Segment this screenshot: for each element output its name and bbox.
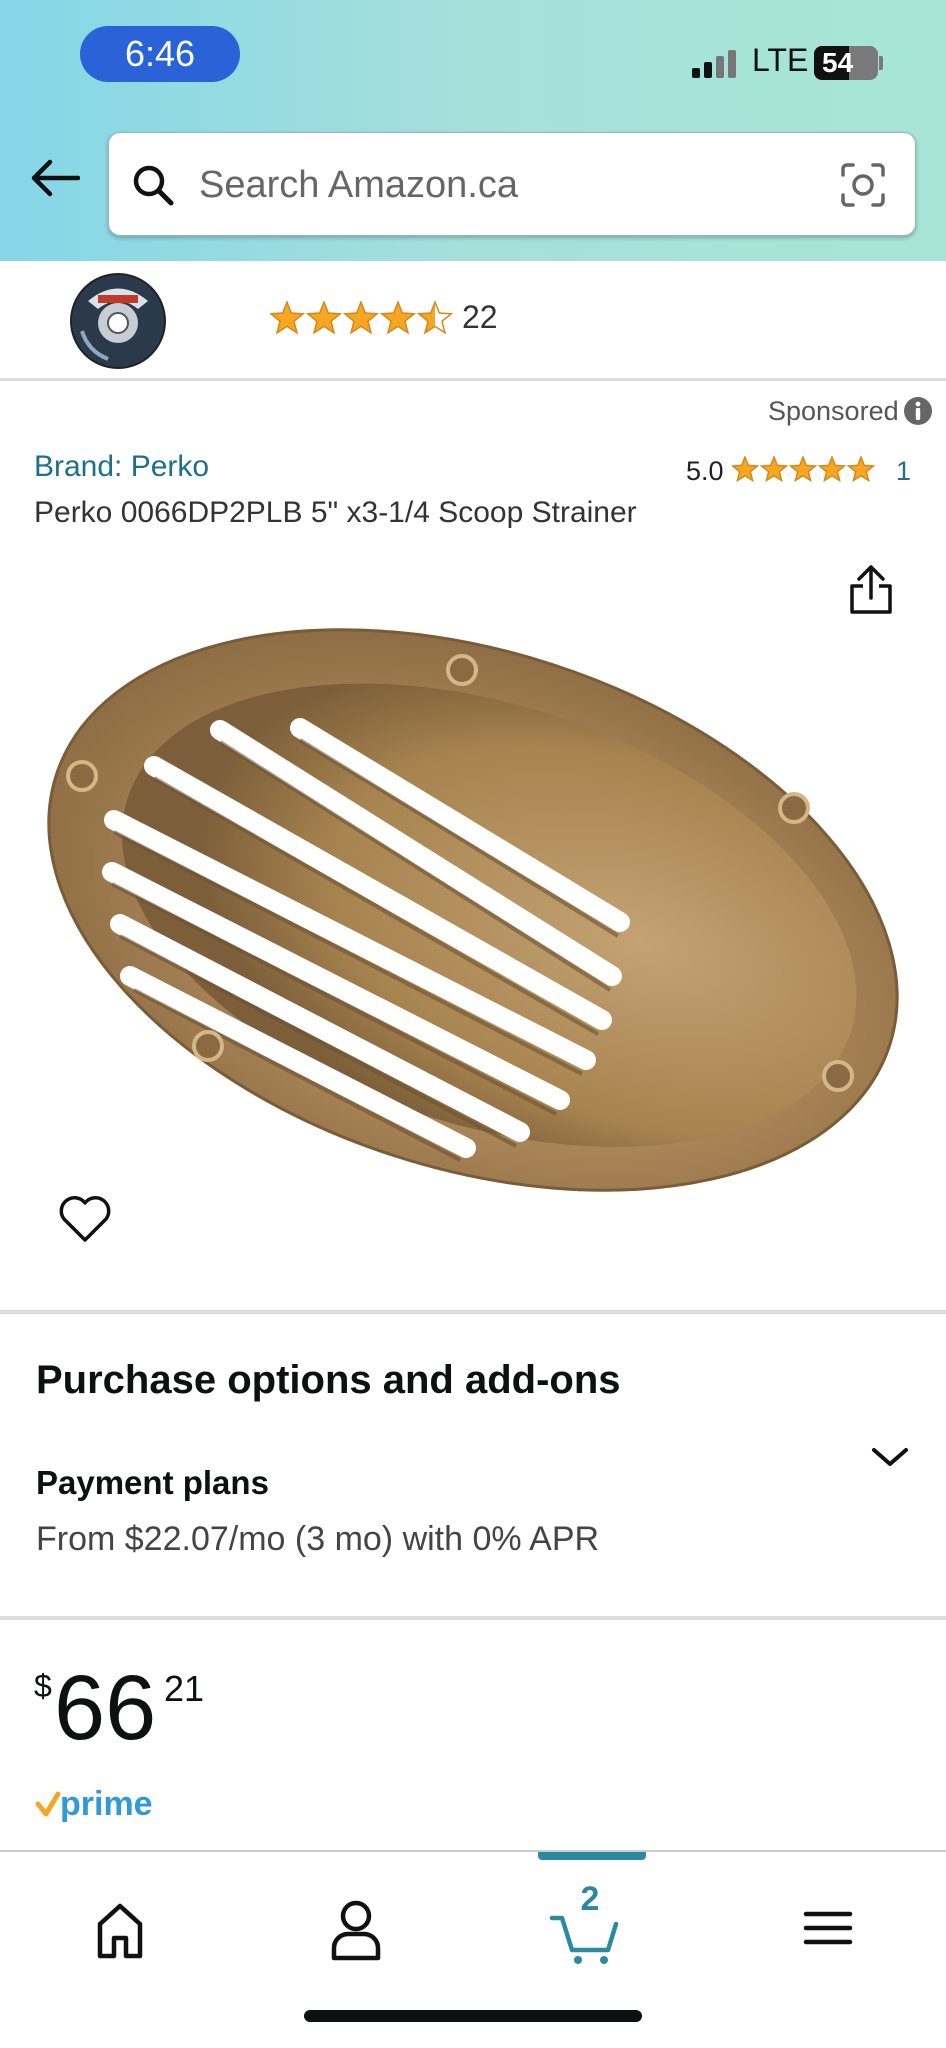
battery-nub [879, 56, 883, 70]
battery-level: 54 [822, 47, 854, 78]
cart-button[interactable]: 2 [548, 1880, 628, 1968]
price-currency-symbol: $ [34, 1668, 52, 1704]
cart-count: 2 [580, 1880, 600, 1918]
section-divider [0, 1616, 946, 1620]
rating-value: 5.0 [686, 456, 724, 486]
price-fraction: 21 [164, 1668, 205, 1709]
status-time: 6:46 [80, 26, 240, 82]
battery-icon: 54 [814, 46, 878, 80]
sponsored-strip[interactable]: 22 [0, 261, 946, 381]
strip-rating-count[interactable]: 22 [462, 299, 498, 336]
product-image[interactable] [20, 580, 926, 1240]
price-whole: 66 [54, 1657, 157, 1759]
grinding-disc-thumbnail[interactable] [68, 271, 168, 371]
info-icon[interactable] [903, 396, 933, 426]
rating-star [379, 301, 417, 335]
home-icon[interactable] [80, 1888, 160, 1968]
search-box[interactable] [108, 132, 916, 236]
payment-plans-detail[interactable]: From $22.07/mo (3 mo) with 0% APR [36, 1520, 599, 1559]
section-divider [0, 1310, 946, 1314]
header: 6:46 LTE 54 [0, 0, 946, 261]
product-title: Perko 0066DP2PLB 5" x3-1/4 Scoop Straine… [34, 496, 637, 529]
signal-icon [692, 48, 740, 78]
search-input[interactable] [199, 153, 799, 217]
rating-count-link[interactable]: 1 [896, 456, 911, 487]
rating-star [846, 456, 876, 483]
chevron-down-icon[interactable] [868, 1442, 912, 1472]
network-label: LTE [752, 42, 809, 78]
rating-star [759, 456, 789, 483]
menu-icon[interactable] [788, 1888, 868, 1968]
payment-plans-label[interactable]: Payment plans [36, 1464, 269, 1502]
rating-star [305, 301, 343, 335]
search-icon[interactable] [131, 163, 175, 207]
rating-star [732, 456, 760, 483]
rating-star [270, 301, 306, 335]
sponsored-label: Sponsored [768, 396, 899, 426]
rating-star [788, 456, 818, 483]
rating-star [817, 456, 847, 483]
strip-rating-stars [270, 301, 454, 335]
rating-star [342, 301, 380, 335]
prime-text: prime [60, 1785, 153, 1823]
product-rating-stars[interactable] [732, 456, 882, 484]
account-icon[interactable] [316, 1888, 396, 1968]
purchase-options-heading: Purchase options and add-ons [36, 1358, 621, 1402]
heart-icon[interactable] [58, 1194, 112, 1244]
home-indicator [304, 2010, 642, 2022]
arrow-left-icon[interactable] [28, 158, 80, 198]
cart-active-indicator [538, 1852, 646, 1860]
prime-badge: prime [35, 1785, 153, 1823]
rating-star [416, 301, 454, 335]
brand-link[interactable]: Brand: Perko [34, 450, 209, 484]
camera-lens-icon[interactable] [839, 161, 887, 209]
